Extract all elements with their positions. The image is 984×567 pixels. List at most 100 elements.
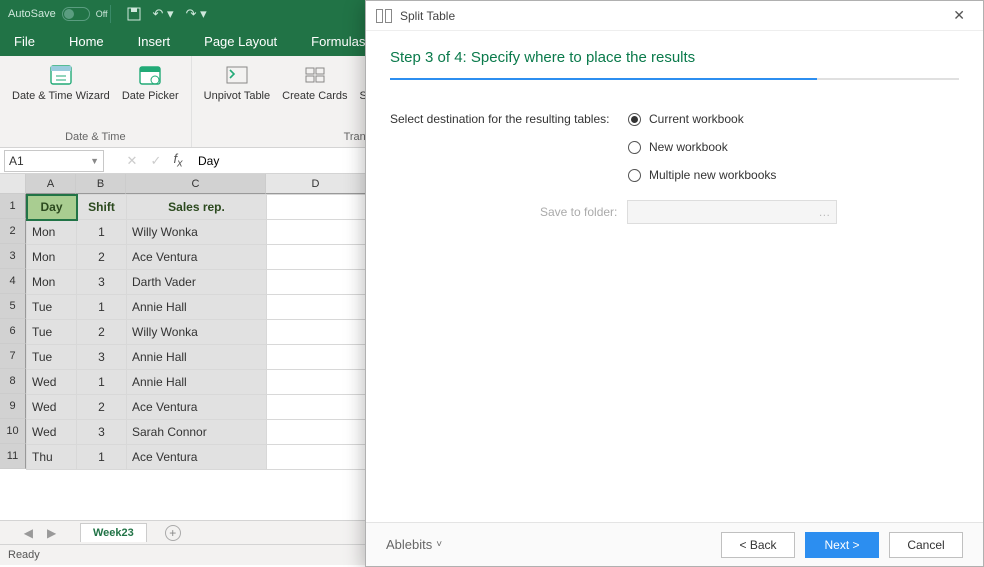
enter-icon[interactable]: ✓ (144, 153, 168, 169)
cell[interactable]: 1 (77, 445, 127, 470)
cell[interactable]: Mon (27, 270, 77, 295)
cell[interactable]: Wed (27, 370, 77, 395)
label: Next > (824, 538, 859, 552)
cell[interactable]: 2 (77, 320, 127, 345)
row-header[interactable]: 2 (0, 219, 26, 244)
cell[interactable]: Wed (27, 395, 77, 420)
save-icon[interactable] (127, 7, 141, 21)
cell[interactable] (267, 420, 367, 445)
cell[interactable]: Tue (27, 320, 77, 345)
create-cards-button[interactable]: Create Cards (278, 60, 351, 105)
step-heading: Step 3 of 4: Specify where to place the … (390, 49, 959, 66)
cell[interactable]: Annie Hall (127, 345, 267, 370)
cell[interactable]: 3 (77, 270, 127, 295)
col-header[interactable]: B (76, 174, 126, 194)
cell[interactable] (267, 395, 367, 420)
add-sheet-button[interactable]: + (165, 525, 181, 541)
row-header[interactable]: 9 (0, 394, 26, 419)
select-all-corner[interactable] (0, 174, 26, 194)
label: Date & Time Wizard (12, 90, 110, 103)
fx-icon[interactable]: fx (168, 151, 192, 170)
cell[interactable] (267, 445, 367, 470)
autosave-label: AutoSave (8, 8, 56, 20)
row-header[interactable]: 7 (0, 344, 26, 369)
tab-file[interactable]: File (8, 28, 41, 56)
autosave-toggle[interactable]: AutoSave Off (8, 7, 108, 21)
col-header[interactable]: A (26, 174, 76, 194)
back-button[interactable]: < Back (721, 532, 795, 558)
tab-home[interactable]: Home (63, 28, 110, 56)
cell[interactable]: Day (27, 195, 77, 220)
row-header[interactable]: 8 (0, 369, 26, 394)
row-header[interactable]: 6 (0, 319, 26, 344)
split-table-icon (376, 9, 392, 23)
cell[interactable]: Ace Ventura (127, 245, 267, 270)
cancel-icon[interactable]: ✕ (120, 153, 144, 169)
cell[interactable] (267, 270, 367, 295)
cell[interactable]: Ace Ventura (127, 395, 267, 420)
cell[interactable]: Thu (27, 445, 77, 470)
radio-multiple-workbooks[interactable]: Multiple new workbooks (628, 168, 776, 182)
cell[interactable] (267, 195, 367, 220)
cell[interactable]: Willy Wonka (127, 320, 267, 345)
radio-icon (628, 113, 641, 126)
next-button[interactable]: Next > (805, 532, 879, 558)
cell[interactable]: Mon (27, 245, 77, 270)
unpivot-table-button[interactable]: Unpivot Table (200, 60, 274, 105)
cell[interactable] (267, 245, 367, 270)
cell[interactable]: Tue (27, 345, 77, 370)
cell[interactable] (267, 220, 367, 245)
cell[interactable]: Wed (27, 420, 77, 445)
sheet-next-icon[interactable]: ▶ (47, 526, 56, 540)
row-header[interactable]: 3 (0, 244, 26, 269)
row-headers: 1 2 3 4 5 6 7 8 9 10 11 (0, 194, 26, 469)
cell[interactable]: 1 (77, 220, 127, 245)
brand-link[interactable]: Ablebits ˅ (386, 537, 442, 552)
dialog-footer: Ablebits ˅ < Back Next > Cancel (366, 522, 983, 566)
col-header[interactable]: C (126, 174, 266, 194)
cell[interactable]: 3 (77, 420, 127, 445)
cell[interactable]: Annie Hall (127, 370, 267, 395)
cell[interactable]: Darth Vader (127, 270, 267, 295)
col-header[interactable]: D (266, 174, 366, 194)
cell[interactable]: Tue (27, 295, 77, 320)
cell[interactable]: Willy Wonka (127, 220, 267, 245)
cell[interactable]: Mon (27, 220, 77, 245)
tab-formulas[interactable]: Formulas (305, 28, 371, 56)
cell[interactable] (267, 295, 367, 320)
sheet-prev-icon[interactable]: ◀ (24, 526, 33, 540)
cell[interactable]: Shift (77, 195, 127, 220)
close-icon[interactable]: ✕ (945, 3, 973, 28)
date-time-wizard-button[interactable]: Date & Time Wizard (8, 60, 114, 105)
cell[interactable]: Ace Ventura (127, 445, 267, 470)
undo-icon[interactable]: ↶ ▾ (153, 6, 174, 22)
cell[interactable]: Sales rep. (127, 195, 267, 220)
cell[interactable]: Annie Hall (127, 295, 267, 320)
dialog-titlebar[interactable]: Split Table ✕ (366, 1, 983, 31)
cell[interactable]: 1 (77, 370, 127, 395)
cell[interactable]: 3 (77, 345, 127, 370)
row-header[interactable]: 1 (0, 194, 26, 219)
cell[interactable]: 1 (77, 295, 127, 320)
cell[interactable]: 2 (77, 395, 127, 420)
sheet-tab-active[interactable]: Week23 (80, 523, 147, 542)
cell[interactable] (267, 345, 367, 370)
radio-new-workbook[interactable]: New workbook (628, 140, 776, 154)
radio-current-workbook[interactable]: Current workbook (628, 112, 776, 126)
row-header[interactable]: 4 (0, 269, 26, 294)
tab-page-layout[interactable]: Page Layout (198, 28, 283, 56)
cell[interactable]: 2 (77, 245, 127, 270)
row-header[interactable]: 11 (0, 444, 26, 469)
data-table[interactable]: Day Shift Sales rep. Mon1Willy Wonka Mon… (26, 194, 367, 470)
tab-insert[interactable]: Insert (132, 28, 177, 56)
cancel-button[interactable]: Cancel (889, 532, 963, 558)
cell[interactable] (267, 320, 367, 345)
redo-icon[interactable]: ↷ ▾ (186, 6, 207, 22)
cell[interactable]: Sarah Connor (127, 420, 267, 445)
row-header[interactable]: 5 (0, 294, 26, 319)
cell[interactable] (267, 370, 367, 395)
name-box[interactable]: A1 ▼ (4, 150, 104, 172)
date-picker-button[interactable]: Date Picker (118, 60, 183, 105)
row-header[interactable]: 10 (0, 419, 26, 444)
browse-icon: … (818, 205, 830, 219)
